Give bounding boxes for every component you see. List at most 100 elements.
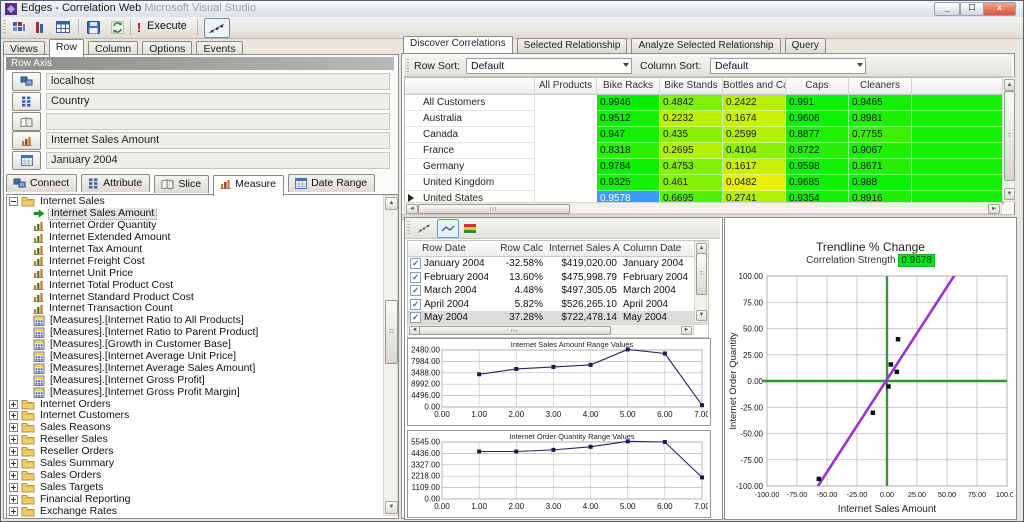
correlation-cell[interactable]: 0.988 — [849, 175, 912, 191]
correlation-cell[interactable]: 0.2599 — [723, 127, 786, 143]
execute-button[interactable]: Execute — [147, 20, 187, 32]
tab-attribute[interactable]: Attribute — [81, 174, 150, 192]
scatter-view-icon[interactable] — [413, 219, 435, 238]
correlation-grid-vscrollbar[interactable]: ▲ ▼ — [1002, 77, 1015, 202]
tree-item[interactable]: Sales Targets — [9, 481, 382, 493]
server-field[interactable]: localhost — [46, 73, 390, 90]
tree-item[interactable]: Sales Reasons — [9, 422, 382, 434]
correlation-cell[interactable] — [535, 95, 597, 111]
correlation-cell[interactable]: 0.0482 — [723, 175, 786, 191]
correlation-grid-hscrollbar[interactable]: ◄ ► — [404, 202, 1002, 214]
tree-item[interactable]: Financial Reporting — [9, 493, 382, 505]
connect-icon[interactable] — [12, 72, 41, 91]
tab-daterange[interactable]: Date Range — [288, 174, 375, 192]
correlation-cell[interactable]: 0.2695 — [660, 143, 723, 159]
correlation-cell[interactable]: 0.9685 — [786, 175, 849, 191]
tab-measure[interactable]: Measure — [213, 175, 284, 196]
row-checkbox[interactable]: ✓ — [410, 272, 421, 283]
tab-query[interactable]: Query — [785, 38, 826, 53]
correlation-cell[interactable] — [535, 127, 597, 143]
correlation-cell[interactable]: 0.9784 — [597, 159, 660, 175]
stacked-view-icon[interactable] — [459, 219, 481, 238]
correlation-cell[interactable] — [535, 159, 597, 175]
attribute-icon[interactable] — [12, 92, 41, 111]
correlation-cell[interactable]: 0.9512 — [597, 111, 660, 127]
slice-field[interactable] — [46, 113, 390, 130]
tree-item[interactable]: Internet Order Quantity — [9, 220, 382, 232]
correlation-cell[interactable]: 0.991 — [786, 95, 849, 111]
correlation-cell[interactable]: 0.9946 — [597, 95, 660, 111]
bars-view-icon[interactable] — [32, 18, 48, 36]
correlation-column-header[interactable]: Bike Racks — [597, 78, 660, 94]
trendline-tool-icon[interactable] — [204, 18, 230, 38]
correlation-column-header[interactable] — [405, 78, 535, 94]
refresh-icon[interactable] — [107, 18, 127, 36]
row-checkbox[interactable]: ✓ — [410, 258, 421, 269]
correlation-cell[interactable]: 0.8318 — [597, 143, 660, 159]
tree-item[interactable]: Internet Tax Amount — [9, 244, 382, 256]
daterange-field[interactable]: January 2004 — [46, 152, 390, 169]
correlation-column-header[interactable]: Bike Stands — [660, 78, 723, 94]
correlation-column-header[interactable]: Caps — [786, 78, 849, 94]
row-sort-dropdown[interactable]: Default — [466, 58, 632, 74]
correlation-cell[interactable]: 0.9598 — [786, 159, 849, 175]
measure-field[interactable]: Internet Sales Amount — [46, 132, 390, 149]
toolbar-grip[interactable] — [3, 20, 6, 35]
correlation-cell[interactable]: 0.1674 — [723, 111, 786, 127]
correlation-cell[interactable]: 0.2232 — [660, 111, 723, 127]
tree-item[interactable]: Internet Customers — [9, 410, 382, 422]
detail-row[interactable]: ✓January 2004-32.58%$419,020.00January 2… — [408, 257, 708, 271]
close-button[interactable]: x — [983, 2, 1016, 16]
correlation-cell-clipped[interactable] — [912, 95, 1004, 111]
correlation-column-header[interactable] — [912, 78, 1004, 94]
correlation-cell[interactable]: 0.4104 — [723, 143, 786, 159]
tree-item[interactable]: Sales Orders — [9, 469, 382, 481]
correlation-cell[interactable] — [535, 175, 597, 191]
tree-item[interactable]: Reseller Orders — [9, 446, 382, 458]
correlation-cell[interactable]: 0.8671 — [849, 159, 912, 175]
correlation-cell[interactable]: 0.435 — [660, 127, 723, 143]
correlation-cell[interactable]: 0.8981 — [849, 111, 912, 127]
minimize-button[interactable]: _ — [934, 2, 960, 16]
tree-item[interactable]: Internet Freight Cost — [9, 255, 382, 267]
column-sort-dropdown[interactable]: Default — [710, 58, 866, 74]
tree-item[interactable]: [Measures].[Internet Gross Profit] — [9, 374, 382, 386]
correlation-cell-clipped[interactable] — [912, 111, 1004, 127]
detail-column-header[interactable]: Column Date — [620, 243, 692, 254]
tree-item[interactable]: Internet Sales — [9, 196, 382, 208]
tree-item[interactable]: Exchange Rates — [9, 505, 382, 517]
detail-grid-vscrollbar[interactable]: ▲ ▼ — [694, 241, 707, 323]
correlation-cell[interactable]: 0.9465 — [849, 95, 912, 111]
correlation-column-header[interactable]: Bottles and Cages — [723, 78, 786, 94]
correlation-cell[interactable] — [535, 143, 597, 159]
attribute-field[interactable]: Country — [46, 93, 390, 110]
correlation-web-icon[interactable] — [9, 18, 29, 36]
tree-item[interactable]: Internet Sales Amount — [9, 208, 382, 220]
correlation-column-header[interactable]: Cleaners — [849, 78, 912, 94]
tab-selected-relationship[interactable]: Selected Relationship — [517, 38, 628, 53]
slice-icon[interactable] — [12, 112, 41, 131]
row-checkbox[interactable]: ✓ — [410, 299, 421, 310]
detail-column-header[interactable]: Row Calc — [488, 243, 546, 254]
correlation-cell[interactable]: 0.9067 — [849, 143, 912, 159]
detail-column-header[interactable]: Internet Sales A... — [546, 243, 620, 254]
row-checkbox[interactable]: ✓ — [410, 285, 421, 296]
tab-row[interactable]: Row — [49, 39, 84, 57]
tree-item[interactable]: Internet Standard Product Cost — [9, 291, 382, 303]
row-checkbox[interactable]: ✓ — [410, 312, 421, 323]
daterange-icon[interactable] — [12, 151, 41, 170]
tree-item[interactable]: [Measures].[Internet Average Unit Price] — [9, 351, 382, 363]
tree-item[interactable]: Internet Unit Price — [9, 267, 382, 279]
correlation-cell[interactable]: 0.8722 — [786, 143, 849, 159]
detail-row[interactable]: ✓March 20044.48%$497,305.05March 2004 — [408, 284, 708, 298]
tree-item[interactable]: Sales Summary — [9, 458, 382, 470]
tree-item[interactable]: Internet Orders — [9, 398, 382, 410]
tab-connect[interactable]: Connect — [6, 174, 77, 192]
correlation-cell[interactable]: 0.8877 — [786, 127, 849, 143]
tree-scrollbar[interactable]: ▲ ▼ — [383, 195, 398, 516]
correlation-cell-clipped[interactable] — [912, 143, 1004, 159]
correlation-cell[interactable]: 0.9325 — [597, 175, 660, 191]
toolbar-grip[interactable] — [407, 221, 410, 234]
detail-row[interactable]: ✓April 20045.82%$526,265.10April 2004 — [408, 298, 708, 312]
correlation-row-label[interactable]: France — [405, 143, 535, 159]
